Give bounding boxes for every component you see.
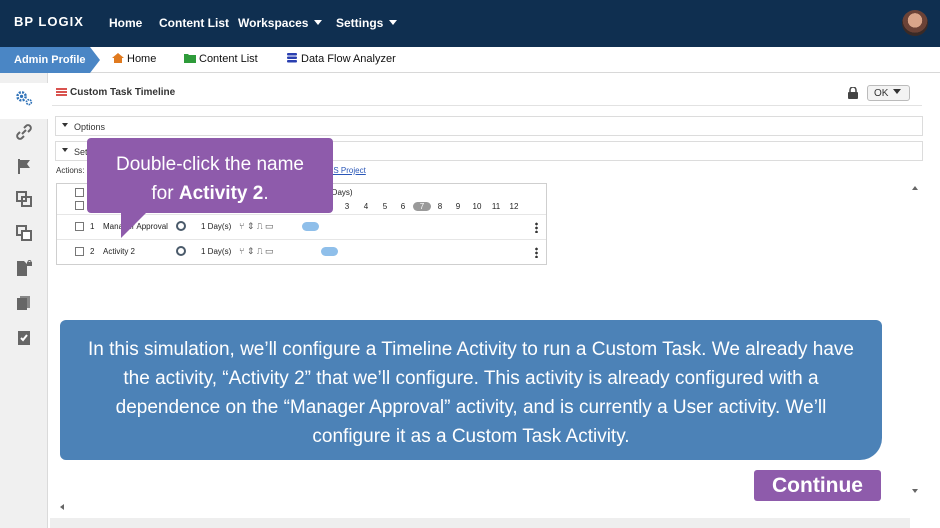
user-avatar[interactable] [902, 10, 928, 36]
flag-icon[interactable] [15, 157, 33, 175]
chevron-down-icon [62, 123, 68, 127]
row-checkbox[interactable] [75, 247, 84, 256]
breadcrumb-data-flow-analyzer[interactable]: Data Flow Analyzer [286, 53, 396, 65]
kebab-menu-icon[interactable] [535, 222, 538, 233]
nav-workspaces[interactable]: Workspaces [238, 16, 323, 30]
day-column-header: 8 [437, 202, 443, 211]
nav-settings-label: Settings [336, 16, 384, 30]
callout-pointer [121, 212, 147, 238]
select-all-checkbox[interactable] [75, 188, 84, 197]
day-column-header: 9 [455, 202, 461, 211]
left-sidebar [0, 73, 48, 528]
panel-header: Custom Task Timeline OK [52, 80, 922, 106]
day-column-header: 4 [363, 202, 369, 211]
chevron-down-icon [893, 89, 902, 94]
dependency-icons[interactable]: ⑂ ⇕ ⎍ ▭ [239, 221, 273, 232]
breadcrumb-content-list[interactable]: Content List [184, 53, 258, 65]
scroll-left-arrow-icon[interactable] [60, 504, 64, 510]
breadcrumb-bar: Admin Profile Home Content List Data Flo… [0, 47, 940, 73]
horizontal-scrollbar-track[interactable] [50, 518, 910, 528]
table-row[interactable]: 2 Activity 2 1 Day(s) ⑂ ⇕ ⎍ ▭ [57, 239, 546, 263]
callout-line-1: Double-click the name [116, 154, 304, 175]
settings-section-label: Set [74, 147, 88, 157]
scroll-up-arrow-icon[interactable] [912, 186, 918, 190]
callout-line-2-prefix: for [151, 183, 179, 204]
top-navigation: BP LOGIX Home Content List Workspaces Se… [0, 0, 940, 47]
activity-bar[interactable] [321, 247, 338, 256]
continue-button[interactable]: Continue [754, 470, 881, 501]
pages-icon[interactable] [15, 294, 33, 312]
link-icon[interactable] [15, 123, 33, 141]
callout-line-2: for Activity 2. [87, 179, 333, 208]
callout-line-2-suffix: . [263, 183, 269, 204]
panel-title: Custom Task Timeline [70, 87, 176, 98]
row-number: 1 [90, 222, 95, 231]
nav-home[interactable]: Home [109, 16, 142, 30]
day-column-header: 12 [509, 202, 519, 211]
timeline-icon [56, 88, 67, 97]
breadcrumb-data-flow-label: Data Flow Analyzer [301, 53, 396, 65]
options-section[interactable]: Options [55, 116, 923, 136]
row-checkbox[interactable] [75, 222, 84, 231]
day-column-header: 6 [400, 202, 406, 211]
day-column-header: 10 [472, 202, 482, 211]
database-icon [287, 53, 297, 63]
gears-icon[interactable] [15, 89, 33, 107]
lock-icon[interactable] [848, 87, 858, 99]
home-icon [112, 53, 124, 63]
locked-document-icon[interactable] [15, 259, 33, 277]
day-column-header: 11 [491, 202, 501, 211]
chevron-down-icon [62, 148, 68, 152]
duplicate-icon[interactable] [15, 224, 33, 242]
chevron-down-icon [314, 20, 323, 25]
simulation-info-text: In this simulation, we’ll configure a Ti… [88, 339, 854, 447]
breadcrumb-home-label: Home [127, 53, 157, 65]
user-icon [176, 221, 186, 231]
ok-dropdown-button[interactable]: OK [867, 85, 910, 101]
row-number: 2 [90, 247, 95, 256]
kebab-menu-icon[interactable] [535, 247, 538, 258]
callout-line-2-bold: Activity 2 [178, 183, 264, 204]
nav-content-list[interactable]: Content List [159, 16, 229, 30]
copy-icon[interactable] [15, 190, 33, 208]
activity-2-name[interactable]: Activity 2 [103, 247, 135, 256]
checklist-icon[interactable] [15, 329, 33, 347]
scroll-down-arrow-icon[interactable] [912, 489, 918, 493]
activity-bar[interactable] [302, 222, 319, 231]
activity-duration: 1 Day(s) [201, 222, 232, 231]
dependency-icons[interactable]: ⑂ ⇕ ⎍ ▭ [239, 246, 273, 257]
today-marker: 7 [413, 202, 431, 211]
simulation-info-box: In this simulation, we’ll configure a Ti… [60, 320, 882, 460]
instruction-callout: Double-click the name for Activity 2. [87, 138, 333, 213]
ok-label: OK [874, 88, 889, 99]
day-column-header: 5 [382, 202, 388, 211]
nav-workspaces-label: Workspaces [238, 16, 309, 30]
header-checkbox[interactable] [75, 201, 84, 210]
options-section-label: Options [74, 122, 106, 132]
activity-duration: 1 Day(s) [201, 247, 232, 256]
admin-profile-tab[interactable]: Admin Profile [0, 47, 100, 73]
vertical-scrollbar[interactable] [909, 180, 921, 500]
breadcrumb-home[interactable]: Home [112, 53, 156, 65]
folder-icon [184, 54, 196, 63]
user-icon [176, 246, 186, 256]
nav-settings[interactable]: Settings [336, 16, 398, 30]
breadcrumb-content-list-label: Content List [199, 53, 258, 65]
bplogix-logo[interactable]: BP LOGIX [14, 14, 84, 29]
actions-label: Actions: [56, 166, 85, 175]
day-column-header: 3 [344, 202, 350, 211]
chevron-down-icon [389, 20, 398, 25]
